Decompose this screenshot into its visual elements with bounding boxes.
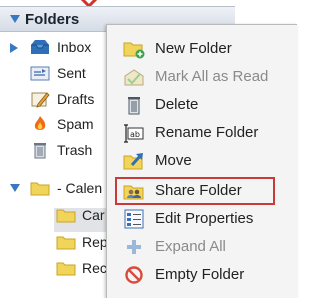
collapse-triangle-icon[interactable] [10, 15, 20, 24]
menu-item-label: Move [155, 152, 192, 169]
folder-item-inbox[interactable]: Inbox [0, 36, 106, 60]
drafts-icon [31, 92, 50, 108]
menu-item-label: Rename Folder [155, 124, 259, 141]
menu-item-empty-folder[interactable]: Empty Folder [107, 261, 296, 289]
folders-title: Folders [25, 11, 80, 28]
menu-item-label: Share Folder [155, 182, 242, 199]
menu-item-label: Expand All [155, 238, 226, 255]
menu-item-label: Empty Folder [155, 266, 245, 283]
menu-item-rename-folder[interactable]: ab Rename Folder [107, 119, 296, 147]
svg-text:ab: ab [130, 130, 140, 139]
folder-label: Rep [82, 234, 108, 250]
inbox-icon [31, 40, 49, 54]
menu-item-label: Edit Properties [155, 210, 254, 227]
menu-item-label: New Folder [155, 40, 232, 57]
folder-icon [56, 236, 76, 250]
sent-icon [30, 66, 50, 81]
rename-icon: ab [124, 124, 144, 143]
properties-icon [124, 209, 144, 229]
folder-icon [56, 262, 76, 276]
folder-label: Trash [57, 142, 93, 158]
folder-item-calendar[interactable]: - Calen [0, 177, 106, 201]
empty-folder-icon [125, 266, 143, 284]
folder-item-spam[interactable]: Spam [0, 113, 106, 137]
folder-label: Car [82, 207, 105, 223]
folder-label: Sent [57, 65, 86, 81]
share-folder-icon [123, 185, 144, 200]
folder-item-drafts[interactable]: Drafts [0, 88, 106, 112]
folder-item-child[interactable]: Car [0, 204, 106, 228]
folder-label: Rec [82, 260, 107, 276]
trash-icon [34, 143, 46, 159]
new-folder-icon [123, 42, 145, 59]
folder-label: Drafts [57, 91, 95, 107]
delete-icon [128, 97, 140, 115]
menu-item-move[interactable]: Move [107, 147, 296, 175]
spam-icon [34, 116, 46, 130]
folder-item-child[interactable]: Rep [0, 231, 108, 255]
expand-triangle-icon[interactable] [10, 43, 19, 53]
folder-icon [56, 209, 76, 223]
folder-item-trash[interactable]: Trash [0, 139, 106, 163]
mark-read-icon [124, 69, 144, 86]
folder-item-sent[interactable]: Sent [0, 62, 106, 86]
menu-item-label: Mark All as Read [155, 68, 269, 85]
menu-item-new-folder[interactable]: New Folder [107, 35, 296, 63]
menu-item-label: Delete [155, 96, 199, 113]
expand-icon [127, 240, 141, 254]
folder-label: - Calen [57, 180, 103, 196]
folder-item-child[interactable]: Rec [0, 257, 107, 281]
menu-item-edit-properties[interactable]: Edit Properties [107, 205, 296, 233]
menu-item-mark-all-read[interactable]: Mark All as Read [107, 63, 296, 91]
collapse-triangle-icon[interactable] [10, 184, 20, 193]
move-icon [123, 153, 143, 170]
menu-item-share-folder[interactable]: Share Folder [115, 177, 275, 205]
folder-label: Spam [57, 116, 94, 132]
menu-item-delete[interactable]: Delete [107, 91, 296, 119]
menu-item-expand-all[interactable]: Expand All [107, 233, 296, 261]
folder-icon [30, 182, 50, 196]
context-menu: New Folder Mark All as Read Delete ab Re… [106, 24, 297, 298]
folder-label: Inbox [57, 39, 92, 55]
